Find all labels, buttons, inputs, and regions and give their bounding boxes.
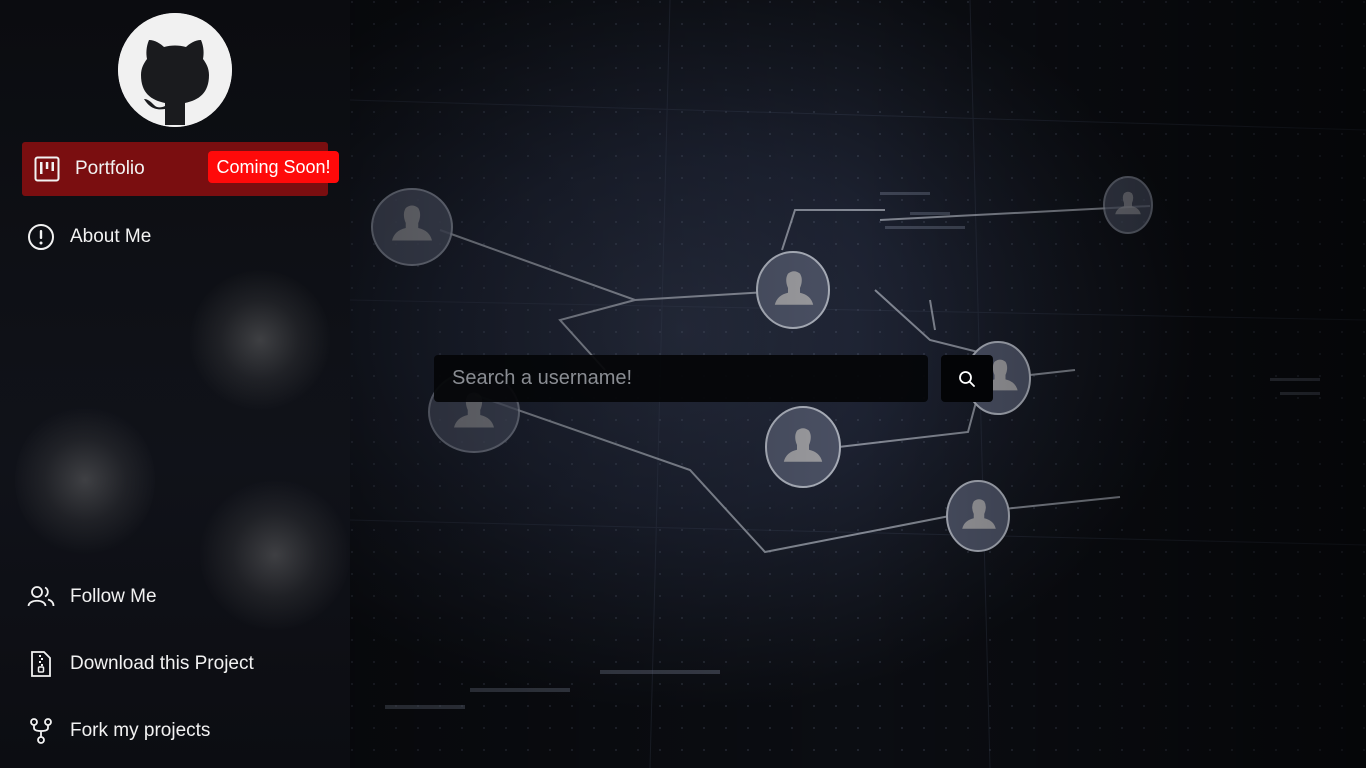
sidebar-item-label: Fork my projects bbox=[70, 720, 211, 741]
search-input[interactable] bbox=[450, 366, 912, 391]
sidebar-item-fork-projects[interactable]: Fork my projects bbox=[22, 704, 328, 758]
sidebar-item-label: Download this Project bbox=[70, 653, 254, 674]
exclamation-circle-icon bbox=[27, 223, 55, 251]
sidebar: Portfolio Coming Soon! About Me Follow M… bbox=[0, 0, 350, 768]
sidebar-item-label: Follow Me bbox=[70, 586, 157, 607]
file-zip-icon bbox=[27, 650, 55, 678]
sidebar-item-follow-me[interactable]: Follow Me bbox=[22, 570, 328, 624]
decorative-blur bbox=[15, 405, 155, 555]
app-root: Portfolio Coming Soon! About Me Follow M… bbox=[0, 0, 1366, 768]
git-fork-icon bbox=[27, 717, 55, 745]
sidebar-item-download-project[interactable]: Download this Project bbox=[22, 637, 328, 691]
sidebar-item-label: Portfolio bbox=[75, 158, 145, 179]
search-button[interactable] bbox=[941, 355, 993, 402]
sidebar-item-label: About Me bbox=[70, 226, 152, 247]
people-icon bbox=[27, 583, 55, 611]
kanban-board-icon bbox=[33, 155, 61, 183]
search-box bbox=[434, 355, 928, 402]
decorative-blur bbox=[190, 270, 330, 410]
search-icon bbox=[959, 370, 975, 387]
github-logo-icon[interactable] bbox=[118, 13, 232, 127]
sidebar-item-about-me[interactable]: About Me bbox=[22, 210, 328, 264]
coming-soon-badge: Coming Soon! bbox=[208, 151, 339, 183]
